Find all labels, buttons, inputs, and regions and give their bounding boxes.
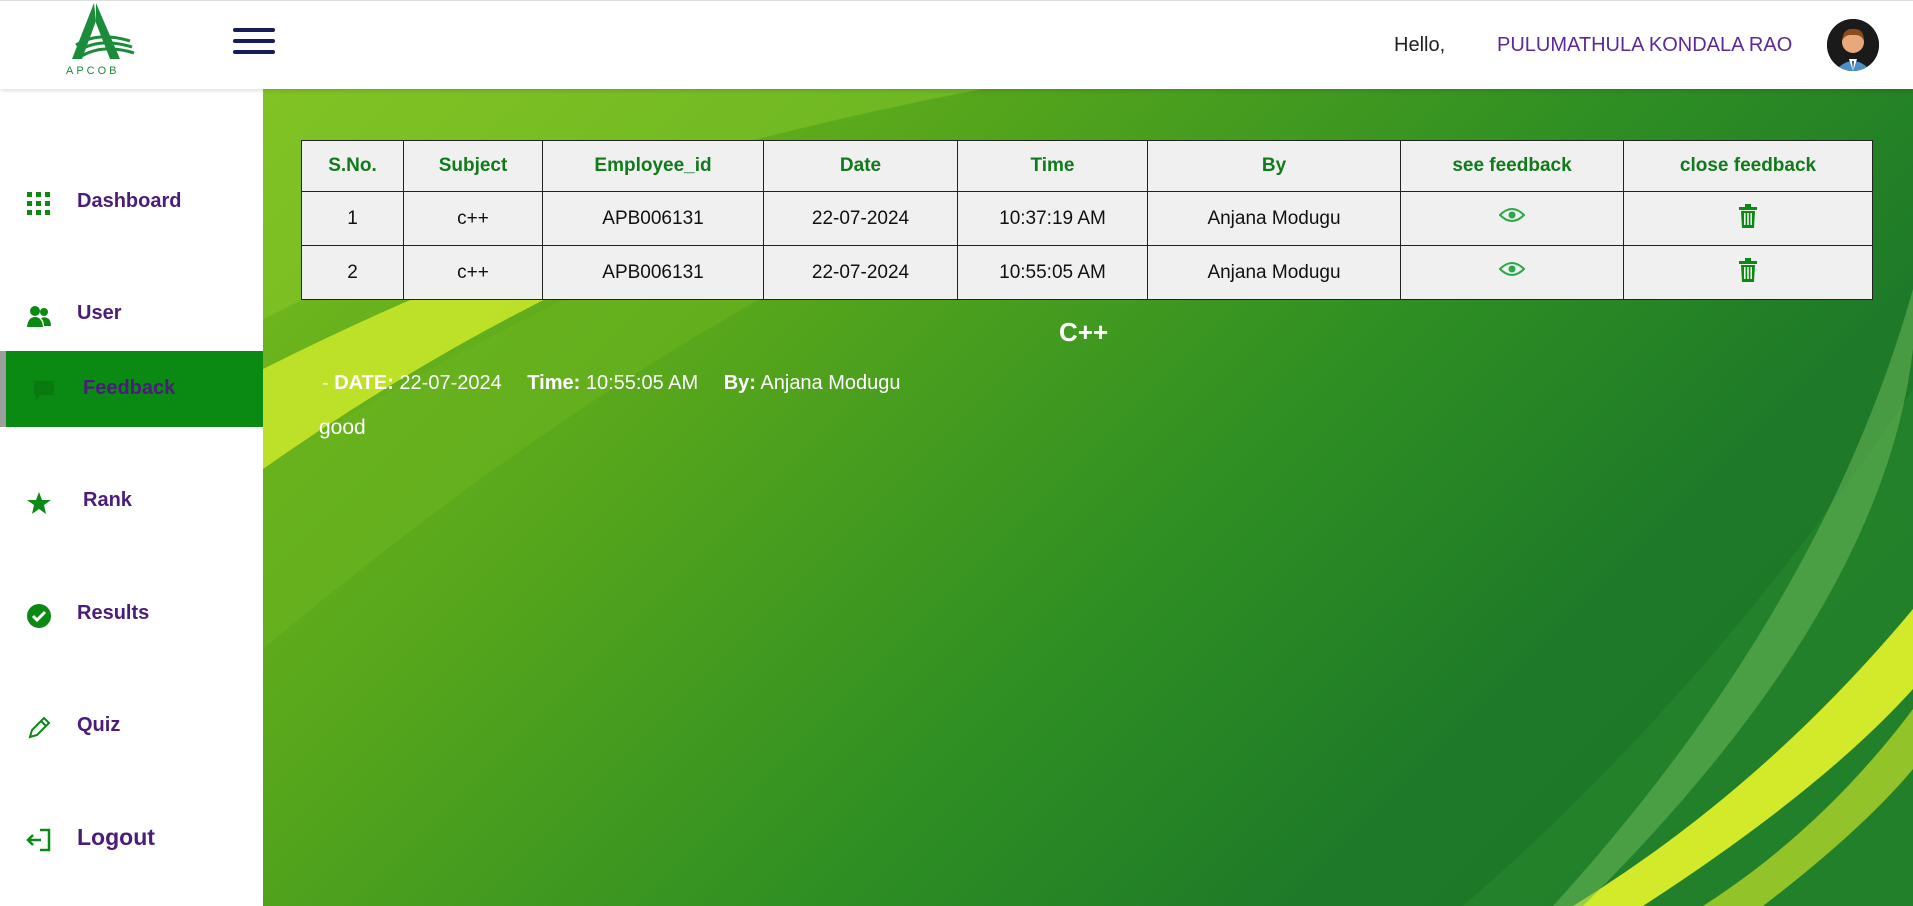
main-content: S.No. Subject Employee_id Date Time By s… (263, 89, 1913, 906)
column-header: Employee_id (542, 140, 764, 192)
greeting-text: Hello, (1394, 34, 1446, 56)
grid-icon (26, 191, 52, 217)
sidebar-item-label: Rank (83, 489, 132, 511)
by-label: By: (723, 372, 756, 394)
column-header: Subject (403, 140, 543, 192)
sidebar-item-results[interactable]: Results (0, 576, 263, 652)
cell-time: 10:37:19 AM (957, 191, 1148, 246)
feedback-meta: - DATE: 22-07-2024 Time: 10:55:05 AM By:… (322, 372, 901, 395)
cell-close-feedback (1623, 191, 1873, 246)
cell-subject: c++ (403, 245, 543, 300)
trash-icon[interactable] (1738, 203, 1758, 234)
table-row: 2 c++ APB006131 22-07-2024 10:55:05 AM A… (301, 245, 1873, 300)
cell-time: 10:55:05 AM (957, 245, 1148, 300)
cell-by: Anjana Modugu (1147, 245, 1401, 300)
star-icon (26, 490, 52, 516)
feedback-table: S.No. Subject Employee_id Date Time By s… (301, 140, 1873, 300)
feedback-time: 10:55:05 AM (585, 372, 699, 394)
sidebar-item-quiz[interactable]: Quiz (0, 688, 263, 764)
sidebar-item-label: User (77, 302, 122, 324)
cell-employee-id: APB006131 (542, 191, 764, 246)
avatar[interactable] (1827, 19, 1879, 71)
cell-date: 22-07-2024 (763, 245, 958, 300)
cell-sno: 2 (301, 245, 404, 300)
sidebar-item-user[interactable]: User (0, 276, 263, 352)
meta-prefix: - (322, 372, 329, 394)
cell-by: Anjana Modugu (1147, 191, 1401, 246)
cell-close-feedback (1623, 245, 1873, 300)
column-header: see feedback (1400, 140, 1624, 192)
logo-text: APCOB (66, 65, 120, 77)
cell-sno: 1 (301, 191, 404, 246)
trash-icon[interactable] (1738, 257, 1758, 288)
sidebar-item-label: Feedback (83, 377, 176, 399)
pencil-icon (26, 715, 52, 741)
feedback-icon (32, 378, 58, 404)
users-icon (26, 303, 52, 329)
menu-toggle-icon[interactable] (233, 28, 275, 60)
time-label: Time: (527, 372, 581, 394)
sidebar-item-label: Results (77, 602, 150, 624)
sidebar-item-feedback[interactable]: Feedback (0, 351, 263, 427)
table-row: 1 c++ APB006131 22-07-2024 10:37:19 AM A… (301, 191, 1873, 246)
column-header: Time (957, 140, 1148, 192)
column-header: S.No. (301, 140, 404, 192)
sidebar-item-rank[interactable]: Rank (0, 463, 263, 539)
eye-icon[interactable] (1498, 261, 1526, 283)
cell-subject: c++ (403, 191, 543, 246)
feedback-comment: good (319, 416, 366, 439)
sidebar-item-label: Quiz (77, 714, 121, 736)
user-name: PULUMATHULA KONDALA RAO (1497, 34, 1793, 56)
sidebar-item-logout[interactable]: Logout (0, 800, 263, 876)
feedback-by: Anjana Modugu (760, 372, 901, 394)
cell-see-feedback (1400, 245, 1624, 300)
cell-date: 22-07-2024 (763, 191, 958, 246)
eye-icon[interactable] (1498, 207, 1526, 229)
top-header: APCOB Hello, PULUMATHULA KONDALA RAO (0, 0, 1913, 89)
cell-employee-id: APB006131 (542, 245, 764, 300)
sidebar-item-label: Logout (77, 824, 155, 850)
check-circle-icon (26, 603, 52, 629)
column-header: By (1147, 140, 1401, 192)
feedback-date: 22-07-2024 (399, 372, 502, 394)
sidebar: Dashboard User Feedback Rank Results Qui… (0, 89, 263, 906)
cell-see-feedback (1400, 191, 1624, 246)
column-header: Date (763, 140, 958, 192)
date-label: DATE: (334, 372, 394, 394)
column-header: close feedback (1623, 140, 1873, 192)
logout-icon (26, 827, 52, 853)
sidebar-item-dashboard[interactable]: Dashboard (0, 164, 263, 240)
sidebar-item-label: Dashboard (77, 190, 182, 212)
feedback-subject-title: C++ (1059, 317, 1109, 347)
